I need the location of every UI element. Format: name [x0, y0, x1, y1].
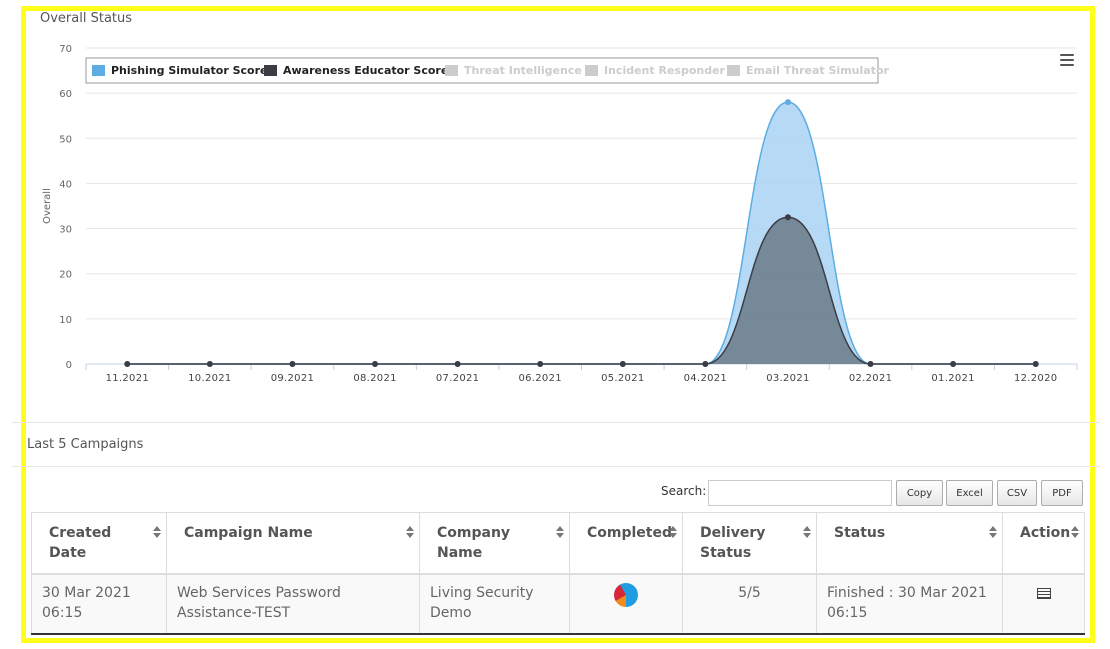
legend-swatch — [585, 65, 598, 76]
sort-icon — [1071, 526, 1080, 539]
legend-item: Incident Responder — [604, 64, 726, 77]
y-tick-label: 40 — [59, 179, 72, 190]
data-point — [454, 361, 461, 367]
search-input[interactable] — [708, 480, 892, 506]
data-point — [537, 361, 544, 367]
copy-button[interactable]: Copy — [896, 480, 943, 506]
x-tick-label: 09.2021 — [271, 373, 314, 384]
column-header-delivery-status[interactable]: Delivery Status — [682, 512, 817, 575]
y-tick-label: 50 — [59, 134, 72, 145]
data-point — [702, 361, 709, 367]
y-tick-label: 60 — [59, 89, 72, 100]
legend-swatch — [92, 65, 105, 76]
x-tick-label: 01.2021 — [931, 373, 974, 384]
legend-item: Awareness Educator Score — [283, 64, 448, 77]
legend-swatch — [264, 65, 277, 76]
y-tick-label: 0 — [66, 360, 72, 371]
x-tick-label: 12.2020 — [1014, 373, 1057, 384]
column-header-completed[interactable]: Completed — [569, 512, 683, 575]
hamburger-menu-icon[interactable] — [1060, 54, 1074, 66]
legend-item: Phishing Simulator Score — [111, 64, 267, 77]
table-row: 30 Mar 2021 06:15 Web Services Password … — [31, 573, 1085, 635]
sort-icon — [669, 526, 678, 539]
column-label: Created Date — [49, 525, 112, 561]
cell-status: Finished : 30 Mar 2021 06:15 — [816, 573, 1003, 635]
legend-swatch — [445, 65, 458, 76]
column-header-action[interactable]: Action — [1002, 512, 1085, 575]
campaigns-table: Created Date Campaign Name Company Name … — [31, 512, 1085, 635]
section-divider — [12, 466, 1100, 467]
series-area — [127, 217, 1036, 364]
section-divider — [12, 422, 1100, 423]
series-line — [127, 101, 1036, 365]
data-point — [1032, 361, 1039, 367]
column-header-created-date[interactable]: Created Date — [31, 512, 167, 575]
y-tick-label: 20 — [59, 270, 72, 281]
cell-company-name: Living Security Demo — [419, 573, 570, 635]
overall-status-title: Overall Status — [40, 11, 133, 26]
column-header-company-name[interactable]: Company Name — [419, 512, 570, 575]
excel-button[interactable]: Excel — [946, 480, 993, 506]
data-point — [867, 361, 874, 367]
sort-icon — [556, 526, 565, 539]
y-tick-label: 10 — [59, 315, 72, 326]
sort-icon — [803, 526, 812, 539]
overall-status-chart: 0 10 20 30 40 50 60 70 Overall 11.2021 10.2021 09.2… — [42, 44, 1078, 384]
legend-item: Threat Intelligence — [464, 64, 582, 77]
y-tick-label: 70 — [59, 44, 72, 55]
sort-icon — [989, 526, 998, 539]
x-tick-label: 07.2021 — [436, 373, 479, 384]
csv-button[interactable]: CSV — [997, 480, 1037, 506]
x-tick-label: 10.2021 — [188, 373, 231, 384]
cell-campaign-name: Web Services Password Assistance-TEST — [166, 573, 420, 635]
column-header-campaign-name[interactable]: Campaign Name — [166, 512, 420, 575]
legend-swatch — [727, 65, 740, 76]
legend-item: Email Threat Simulator — [746, 64, 889, 77]
column-label: Campaign Name — [184, 525, 313, 541]
data-point — [372, 361, 379, 367]
cell-completed — [569, 573, 683, 635]
column-header-status[interactable]: Status — [816, 512, 1003, 575]
column-label: Delivery Status — [700, 525, 766, 561]
data-point — [206, 361, 213, 367]
x-tick-label: 04.2021 — [684, 373, 727, 384]
x-tick-label: 02.2021 — [849, 373, 892, 384]
table-header-row: Created Date Campaign Name Company Name … — [31, 512, 1085, 575]
column-label: Completed — [587, 525, 673, 541]
pdf-button[interactable]: PDF — [1041, 480, 1083, 506]
column-label: Status — [834, 525, 886, 541]
data-point — [784, 99, 791, 106]
x-tick-label: 11.2021 — [106, 373, 149, 384]
campaigns-title: Last 5 Campaigns — [27, 437, 144, 452]
column-label: Action — [1020, 525, 1071, 541]
data-point — [124, 361, 131, 367]
x-tick-label: 05.2021 — [601, 373, 644, 384]
pie-chart-icon[interactable] — [614, 583, 638, 607]
sort-icon — [406, 526, 415, 539]
data-point — [784, 214, 791, 221]
y-axis-label: Overall — [42, 188, 53, 224]
y-tick-label: 30 — [59, 225, 72, 236]
x-tick-label: 08.2021 — [353, 373, 396, 384]
data-point — [619, 361, 626, 367]
x-tick-label: 06.2021 — [518, 373, 561, 384]
cell-delivery-status: 5/5 — [682, 573, 817, 635]
sort-icon — [153, 526, 162, 539]
column-label: Company Name — [437, 525, 511, 561]
cell-created-date: 30 Mar 2021 06:15 — [31, 573, 167, 635]
report-list-icon[interactable] — [1036, 587, 1051, 599]
cell-action — [1002, 573, 1085, 635]
data-point — [289, 361, 296, 367]
series-area — [127, 102, 1036, 365]
data-point — [950, 361, 957, 367]
search-label: Search: — [661, 484, 707, 498]
series-line — [127, 216, 1036, 365]
x-tick-label: 03.2021 — [766, 373, 809, 384]
